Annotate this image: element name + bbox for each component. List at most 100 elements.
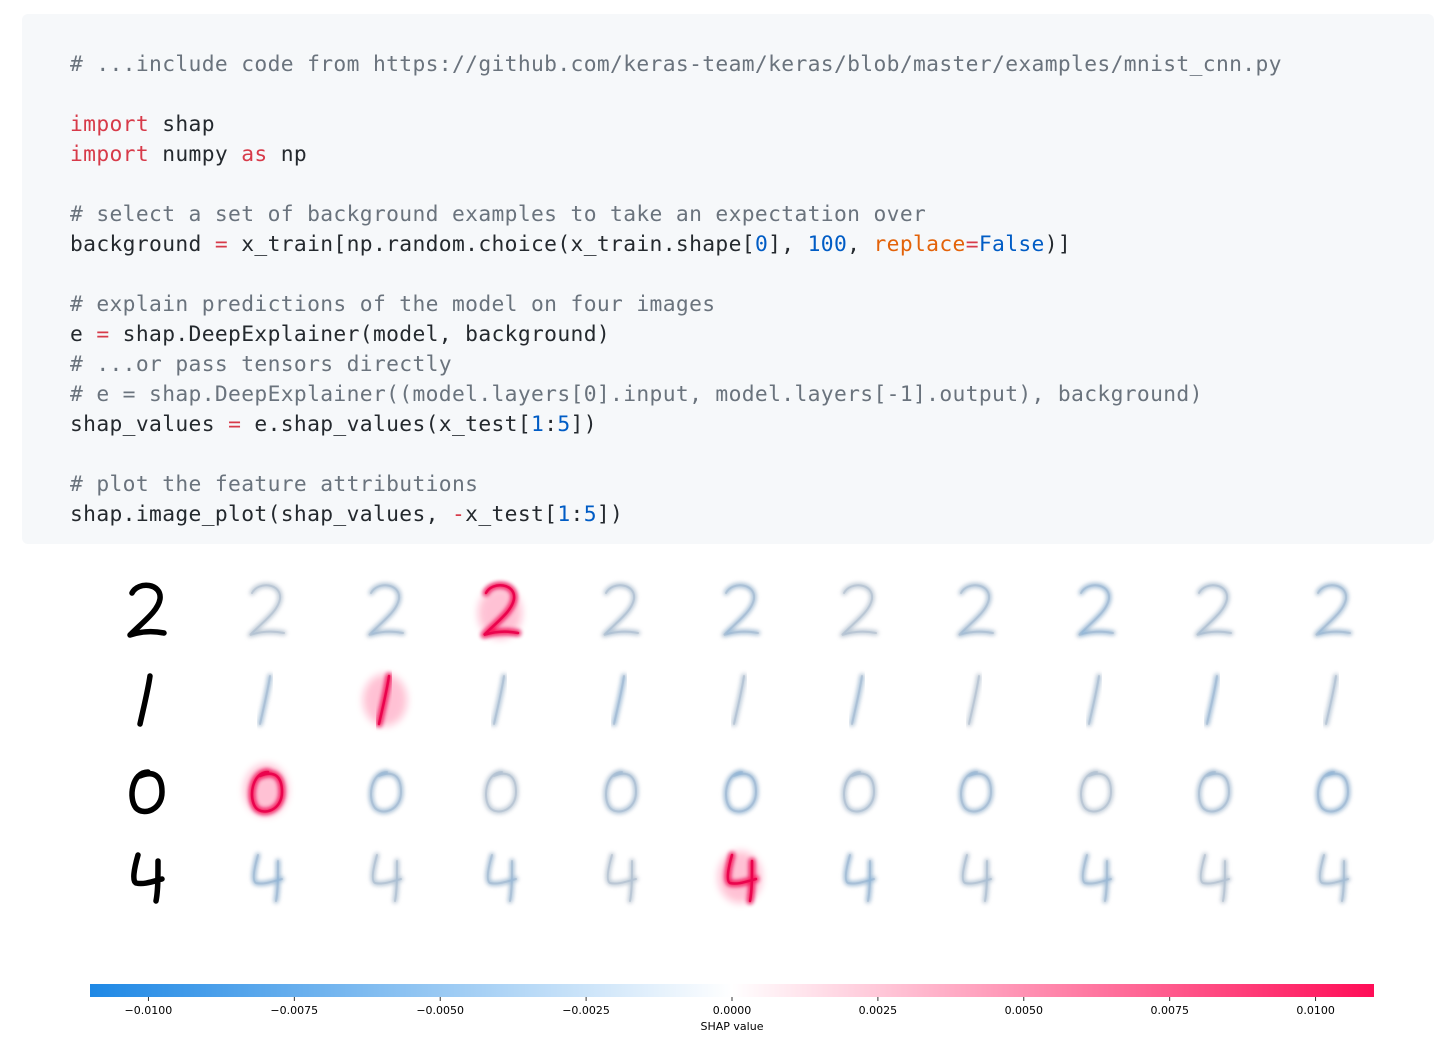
code-token-keyword: = (96, 322, 110, 347)
shap-map-class-3 (603, 769, 639, 814)
code-line: background = x_train[np.random.choice(x_… (70, 230, 1434, 260)
shap-map-class-5 (841, 769, 877, 814)
shap-map-class-4 (731, 673, 747, 727)
colorbar-tick-label: 0.0075 (1150, 1004, 1189, 1017)
shap-map-class-8 (1196, 769, 1232, 814)
code-token: shap.DeepExplainer(model, background) (109, 322, 611, 347)
code-line: shap_values = e.shap_values(x_test[1:5]) (70, 410, 1434, 440)
shap-map-class-6 (960, 852, 994, 904)
shap-map-class-6 (966, 673, 982, 727)
shap-map-class-4 (723, 769, 759, 814)
image-grid (127, 582, 1353, 904)
code-token: : (544, 412, 558, 437)
shap-map-class-7 (1078, 769, 1114, 814)
shap-map-class-2 (483, 769, 519, 814)
code-token-number: False (978, 232, 1045, 257)
code-token: )] (1044, 232, 1072, 257)
shap-map-class-9 (1313, 582, 1353, 638)
code-blank-line: ​ (70, 440, 1434, 470)
code-token: ]) (596, 502, 624, 527)
colorbar-gradient (90, 984, 1374, 997)
original-digit-image (127, 582, 167, 638)
code-block: # ...include code from https://github.co… (22, 14, 1434, 544)
code-token-comment: # e = shap.DeepExplainer((model.layers[0… (70, 382, 1203, 407)
code-token-keyword: = (228, 412, 242, 437)
colorbar-tick-label: −0.0050 (416, 1004, 464, 1017)
code-token-comment: # select a set of background examples to… (70, 202, 927, 227)
code-line: # plot the feature attributions (70, 470, 1434, 500)
code-line: import numpy as np (70, 140, 1434, 170)
code-token: e.shap_values(x_test[ (241, 412, 532, 437)
shap-map-class-6 (958, 769, 994, 814)
shap-map-class-9 (1317, 852, 1351, 904)
shap-map-class-3 (611, 673, 627, 727)
shap-map-class-0 (257, 673, 273, 727)
code-blank-line: ​ (70, 260, 1434, 290)
shap-map-class-5 (849, 673, 865, 727)
shap-figure-svg: −0.0100 −0.0075 −0.0050 −0.0025 0.0000 0.0025… (90, 582, 1374, 1033)
code-token: numpy (149, 142, 242, 167)
shap-map-class-6 (956, 582, 996, 638)
shap-map-class-3 (601, 582, 641, 638)
code-line: # e = shap.DeepExplainer((model.layers[0… (70, 380, 1434, 410)
code-token: background (70, 232, 215, 257)
original-digit-image (129, 769, 165, 815)
code-token-comment: # plot the feature attributions (70, 472, 479, 497)
code-token-keyword: import (70, 112, 150, 137)
colorbar-label: SHAP value (701, 1020, 764, 1033)
code-line: # ...or pass tensors directly (70, 350, 1434, 380)
code-token-number: 0 (754, 232, 769, 257)
code-token: ], (768, 232, 808, 257)
colorbar-tick-label: −0.0075 (270, 1004, 318, 1017)
shap-map-class-1 (368, 769, 404, 814)
code-line: e = shap.DeepExplainer(model, background… (70, 320, 1434, 350)
shap-map-class-5 (843, 852, 877, 904)
code-token: shap_values (70, 412, 229, 437)
code-line: # explain predictions of the model on fo… (70, 290, 1434, 320)
shap-map-class-0 (247, 582, 287, 638)
code-token: e (70, 322, 97, 347)
code-token-number: 5 (557, 412, 571, 437)
colorbar-tick-label: −0.0100 (125, 1004, 173, 1017)
shap-map-class-8 (1194, 582, 1234, 638)
original-digit-image (131, 852, 165, 904)
code-line: import shap (70, 110, 1434, 140)
shap-map-class-0 (244, 764, 288, 816)
code-token: ]) (570, 412, 597, 437)
shap-map-class-1 (363, 673, 407, 727)
code-token-param: replace (873, 232, 966, 257)
colorbar: −0.0100 −0.0075 −0.0050 −0.0025 0.0000 0.0025… (90, 984, 1374, 1033)
shap-map-class-2 (491, 673, 507, 727)
shap-map-class-0 (251, 852, 285, 904)
code-token-comment: # explain predictions of the model on fo… (70, 292, 716, 317)
code-token-number: 1 (557, 502, 571, 527)
code-token-keyword: as (241, 142, 268, 167)
shap-map-class-1 (366, 582, 406, 638)
code-blank-line: ​ (70, 170, 1434, 200)
shap-map-class-7 (1086, 673, 1102, 727)
code-token: , (847, 232, 874, 257)
shap-map-class-7 (1080, 852, 1114, 904)
shap-map-class-1 (370, 852, 404, 904)
shap-map-class-2 (485, 852, 519, 904)
code-token: shap (149, 112, 215, 137)
code-blank-line: ​ (70, 80, 1434, 110)
code-token-number: 100 (807, 232, 848, 257)
shap-map-class-2 (478, 582, 522, 639)
code-token-keyword: = (214, 232, 229, 257)
code-token: x_test[ (465, 502, 558, 527)
colorbar-tick-label: −0.0025 (562, 1004, 610, 1017)
shap-map-class-4 (721, 582, 761, 638)
code-token-number: 1 (531, 412, 545, 437)
code-line: # ...include code from https://github.co… (70, 50, 1434, 80)
code-token: shap.image_plot(shap_values, (70, 502, 452, 527)
original-digit-image (137, 673, 153, 727)
code-token: np (267, 142, 308, 167)
shap-map-class-8 (1204, 673, 1220, 727)
code-token-keyword: import (70, 142, 150, 167)
shap-map-class-4 (718, 851, 762, 904)
code-line: shap.image_plot(shap_values, -x_test[1:5… (70, 500, 1434, 530)
shap-map-class-9 (1315, 769, 1351, 814)
code-token: x_train[np.random.choice(x_train.shape[ (228, 232, 755, 257)
code-token-number: 5 (583, 502, 597, 527)
